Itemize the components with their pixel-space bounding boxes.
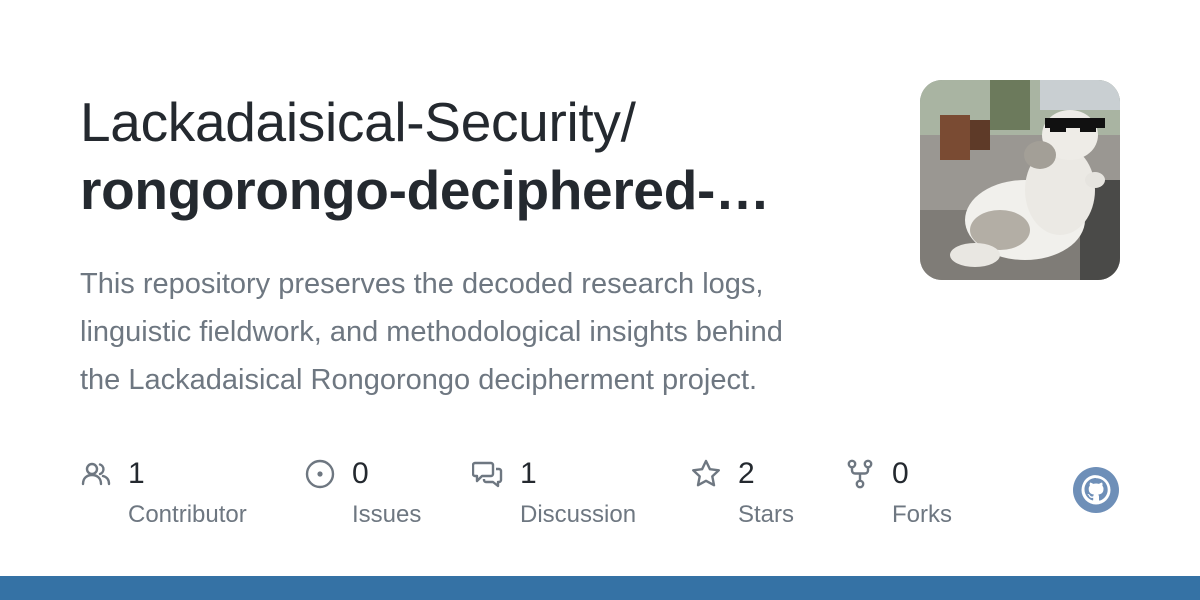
star-label: Stars [738,501,795,528]
contributor-count: 1 [128,457,145,490]
repo-description: This repository preserves the decoded re… [80,268,783,396]
discussion-label: Discussion [520,501,637,528]
repo-name[interactable]: rongorongo-deciphered-… [80,156,880,224]
issue-label: Issues [352,501,422,528]
repo-stats: 1 Contributor 0 Issues 1 Discussion 2 St… [80,452,980,542]
fork-icon [847,459,873,489]
fork-label: Forks [892,501,952,528]
contributor-label: Contributor [128,501,247,528]
issue-count: 0 [352,457,369,490]
discussion-count: 1 [520,457,537,490]
github-icon[interactable] [1072,466,1120,514]
people-icon [81,462,111,486]
discussion-icon [472,461,503,488]
star-icon [692,459,720,487]
language-bar [0,576,1200,600]
repo-owner[interactable]: Lackadaisical-Security/ [80,88,880,156]
repo-title: Lackadaisical-Security/ rongorongo-decip… [80,88,880,224]
avatar [920,80,1120,280]
star-count: 2 [738,457,755,490]
issue-icon [305,459,335,489]
avatar-image [920,80,1120,280]
fork-count: 0 [892,457,909,490]
